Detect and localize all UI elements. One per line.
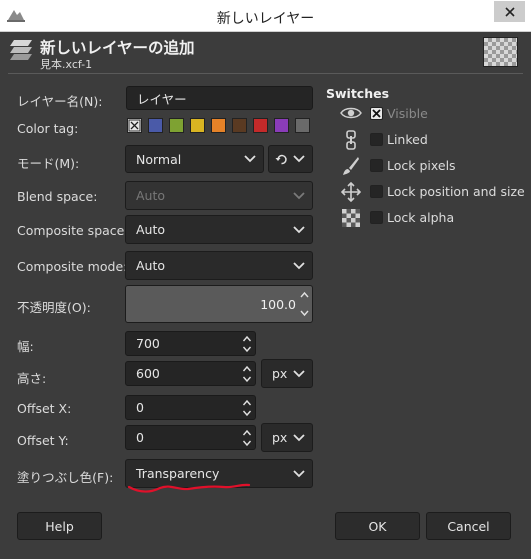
fill-value: Transparency [136,466,220,481]
height-input[interactable]: 600 [125,361,256,386]
chevron-down-icon [293,369,305,377]
lock-position-checkbox[interactable] [370,185,383,198]
lock-pixels-label: Lock pixels [387,158,456,173]
composite-mode-select[interactable]: Auto [125,251,313,280]
lock-alpha-checkbox[interactable] [370,211,383,224]
layer-name-input[interactable]: レイヤー [126,86,313,110]
offset-x-value: 0 [136,400,144,415]
none-x-icon [128,119,141,132]
offset-unit-value: px [272,430,288,445]
visible-label: Visible [387,106,428,121]
image-name: 見本.xcf-1 [40,58,93,71]
visible-checkbox[interactable] [370,107,383,120]
composite-mode-label: Composite mode: [17,259,128,274]
size-unit-value: px [272,366,288,381]
opacity-value: 100.0 [260,297,296,312]
header-divider [8,73,523,74]
width-label: 幅: [17,339,34,354]
offset-x-input[interactable]: 0 [125,395,256,420]
linked-checkbox[interactable] [370,133,383,146]
reset-icon [275,154,287,164]
spin-arrows-icon[interactable] [241,428,253,448]
color-tag-brown[interactable] [232,118,247,133]
help-button[interactable]: Help [17,512,102,540]
window-titlebar: 新しいレイヤー [0,0,531,32]
lock-alpha-label: Lock alpha [387,210,455,225]
offset-x-label: Offset X: [17,401,72,416]
width-input[interactable]: 700 [125,331,256,356]
width-value: 700 [136,336,160,351]
composite-mode-value: Auto [136,258,166,273]
switches-heading: Switches [326,86,390,101]
chain-icon [346,130,356,150]
mode-group-select[interactable] [268,145,313,173]
height-value: 600 [136,366,160,381]
linked-label: Linked [387,132,428,147]
offset-y-label: Offset Y: [17,433,69,448]
close-icon [504,6,515,17]
color-tag-green[interactable] [169,118,184,133]
eye-icon [340,107,362,119]
lock-position-label: Lock position and size [387,184,525,199]
spin-arrows-icon[interactable] [241,334,253,354]
color-tag-violet[interactable] [274,118,289,133]
opacity-label: 不透明度(O): [17,300,91,315]
color-tag-label: Color tag: [17,121,79,136]
chevron-down-icon [244,155,256,163]
color-tag-none[interactable] [127,118,142,133]
red-underline-annotation [127,483,251,493]
composite-space-select[interactable]: Auto [125,215,313,244]
blend-space-label: Blend space: [17,189,98,204]
switch-linked[interactable]: Linked [340,130,530,150]
spin-arrows-icon[interactable] [299,289,310,319]
chevron-down-icon [293,155,305,163]
color-tag-blue[interactable] [148,118,163,133]
switch-lock-alpha[interactable]: Lock alpha [340,208,530,228]
lock-pixels-checkbox[interactable] [370,159,383,172]
dialog-heading: 新しいレイヤーの追加 [40,39,195,57]
composite-space-value: Auto [136,222,166,237]
offset-unit-select[interactable]: px [261,423,313,452]
chevron-down-icon [293,191,305,199]
chevron-down-icon [293,433,305,441]
brush-icon [343,157,359,175]
fill-label: 塗りつぶし色(F): [17,470,114,485]
size-unit-select[interactable]: px [261,359,313,388]
checkmark-x-icon [372,109,381,118]
color-tag-orange[interactable] [211,118,226,133]
cancel-button[interactable]: Cancel [426,512,511,540]
blend-space-select[interactable]: Auto [125,181,313,210]
layer-preview-thumbnail [483,37,518,67]
composite-space-label: Composite space: [17,223,129,238]
chevron-down-icon [293,261,305,269]
switch-lock-position[interactable]: Lock position and size [340,182,530,202]
mode-select[interactable]: Normal [125,145,264,173]
layer-name-label: レイヤー名(N): [17,94,103,109]
window-close-button[interactable] [494,1,525,22]
ok-button[interactable]: OK [335,512,420,540]
window-title: 新しいレイヤー [216,11,315,27]
move-icon [341,182,361,202]
color-tag-gray[interactable] [295,118,310,133]
switch-visible[interactable]: Visible [340,104,530,124]
offset-y-value: 0 [136,430,144,445]
color-tag-yellow[interactable] [190,118,205,133]
spin-arrows-icon[interactable] [241,364,253,384]
chevron-down-icon [293,469,305,477]
mode-value: Normal [136,151,182,167]
spin-arrows-icon[interactable] [241,398,253,418]
blend-space-value: Auto [136,188,166,203]
opacity-scale[interactable]: 100.0 [125,285,313,323]
mode-label: モード(M): [17,156,80,171]
layer-name-value: レイヤー [137,91,187,107]
offset-y-input[interactable]: 0 [125,425,256,450]
layer-icon [10,40,32,60]
chevron-down-icon [293,225,305,233]
switch-lock-pixels[interactable]: Lock pixels [340,156,530,176]
color-tag-red[interactable] [253,118,268,133]
checkerboard-icon [342,209,360,227]
height-label: 高さ: [17,371,47,386]
